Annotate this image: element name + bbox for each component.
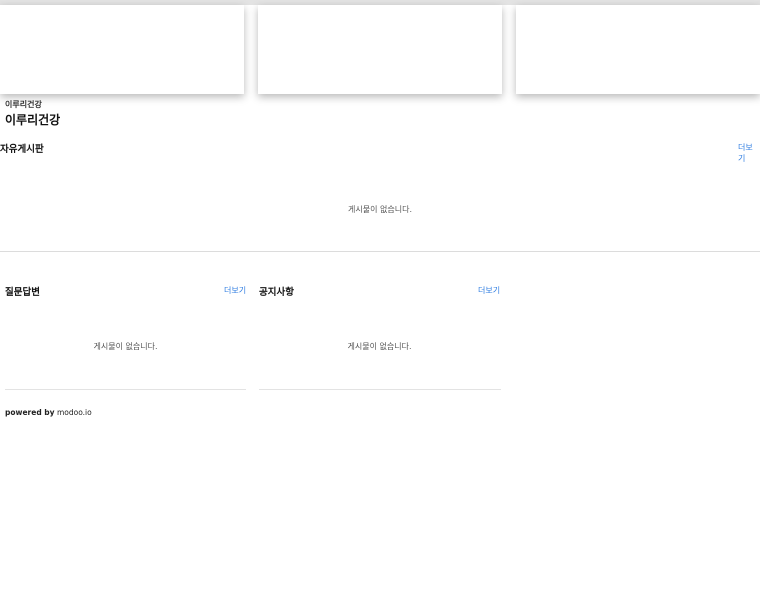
banner-card-2[interactable]	[258, 5, 502, 94]
site-brand-small: 이루리건강	[5, 100, 42, 109]
footer: powered by modoo.io	[5, 408, 92, 417]
site-title: 이루리건강	[5, 113, 61, 127]
qa-board-more-link[interactable]: 더보기	[224, 285, 246, 296]
notice-board-title: 공지사항	[259, 287, 294, 298]
notice-board-empty-message: 게시물이 없습니다.	[347, 342, 412, 351]
free-board-title: 자유게시판	[0, 144, 44, 155]
free-board-more-link[interactable]: 더보기	[738, 142, 760, 164]
footer-powered-label: powered by	[5, 408, 55, 417]
qa-board-title: 질문답변	[5, 287, 40, 298]
notice-board-divider	[259, 389, 501, 390]
banner-card-3[interactable]	[516, 5, 760, 94]
banner-card-1[interactable]	[0, 5, 244, 94]
qa-board-empty-message: 게시물이 없습니다.	[93, 342, 158, 351]
free-board-divider	[0, 251, 760, 252]
qa-board-divider	[5, 389, 246, 390]
free-board-empty-message: 게시물이 없습니다.	[348, 205, 412, 214]
footer-brand-link[interactable]: modoo.io	[57, 408, 92, 417]
notice-board-more-link[interactable]: 더보기	[478, 285, 500, 296]
